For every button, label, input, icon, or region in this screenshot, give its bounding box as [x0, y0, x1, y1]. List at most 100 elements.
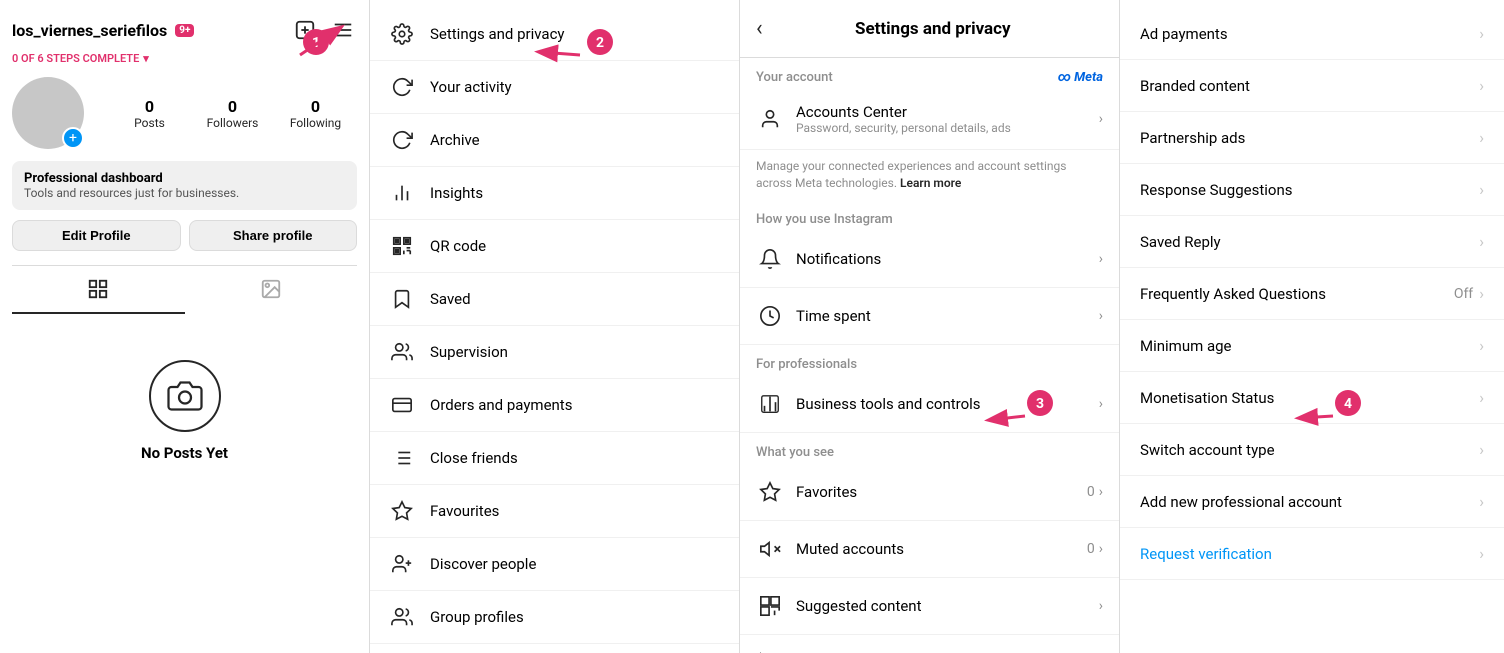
- menu-item-saved[interactable]: Saved: [370, 273, 739, 326]
- menu-item-qr[interactable]: QR code: [370, 220, 739, 273]
- posts-label: Posts: [134, 116, 165, 130]
- settings-business-tools[interactable]: Business tools and controls ›: [740, 376, 1119, 433]
- accounts-center-label: Accounts Center: [796, 103, 1087, 121]
- username: los_viernes_seriefilos: [12, 21, 167, 40]
- group-icon: [390, 605, 414, 629]
- right-item-request-verification[interactable]: Request verification ›: [1120, 528, 1504, 580]
- qr-icon: [390, 234, 414, 258]
- steps-progress[interactable]: 0 OF 6 STEPS COMPLETE ▾: [12, 52, 357, 65]
- menu-label-saved: Saved: [430, 290, 471, 308]
- settings-muted[interactable]: Muted accounts 0›: [740, 521, 1119, 578]
- right-item-saved-reply[interactable]: Saved Reply ›: [1120, 216, 1504, 268]
- menu-item-archive[interactable]: Archive: [370, 114, 739, 167]
- min-age-chevron: ›: [1479, 336, 1484, 355]
- menu-item-close-friends[interactable]: Close friends: [370, 432, 739, 485]
- accounts-center-sub: Password, security, personal details, ad…: [796, 121, 1087, 135]
- settings-icon: [390, 22, 414, 46]
- right-item-partnership[interactable]: Partnership ads ›: [1120, 112, 1504, 164]
- learn-more-link[interactable]: Learn more: [900, 176, 961, 190]
- back-button[interactable]: ‹: [756, 16, 763, 41]
- following-count: 0: [311, 97, 320, 116]
- switch-account-chevron: ›: [1479, 440, 1484, 459]
- edit-profile-button[interactable]: Edit Profile: [12, 220, 181, 251]
- bell-icon: [756, 245, 784, 273]
- menu-label-favourites: Favourites: [430, 502, 499, 520]
- suggested-chevron: ›: [1099, 598, 1103, 614]
- menu-item-group[interactable]: Group profiles: [370, 591, 739, 644]
- right-item-add-professional[interactable]: Add new professional account ›: [1120, 476, 1504, 528]
- posts-stat: 0 Posts: [108, 97, 191, 130]
- add-professional-chevron: ›: [1479, 492, 1484, 511]
- settings-time-spent[interactable]: Time spent ›: [740, 288, 1119, 345]
- hamburger-menu-button[interactable]: [329, 16, 357, 44]
- section-how-you-use: How you use Instagram: [740, 200, 1119, 231]
- branded-chevron: ›: [1479, 76, 1484, 95]
- accounts-center-chevron: ›: [1099, 111, 1103, 127]
- avatar[interactable]: +: [12, 77, 84, 149]
- pro-title: Professional dashboard: [24, 171, 345, 186]
- saved-reply-chevron: ›: [1479, 232, 1484, 251]
- share-profile-button[interactable]: Share profile: [189, 220, 358, 251]
- camera-icon: [149, 360, 221, 432]
- clock-icon: [756, 302, 784, 330]
- menu-label-discover: Discover people: [430, 555, 536, 573]
- add-professional-label: Add new professional account: [1140, 493, 1479, 511]
- add-post-button[interactable]: [291, 16, 319, 44]
- menu-item-orders[interactable]: Orders and payments: [370, 379, 739, 432]
- professional-dashboard[interactable]: Professional dashboard Tools and resourc…: [12, 161, 357, 210]
- followers-count: 0: [228, 97, 237, 116]
- archive-icon: [390, 128, 414, 152]
- right-item-ad-payments[interactable]: Ad payments ›: [1120, 8, 1504, 60]
- add-avatar-button[interactable]: +: [62, 127, 84, 149]
- menu-label-archive: Archive: [430, 131, 480, 149]
- settings-suggested[interactable]: Suggested content ›: [740, 578, 1119, 635]
- settings-panel: ‹ Settings and privacy Your account ∞ Me…: [740, 0, 1120, 653]
- request-verification-chevron: ›: [1479, 544, 1484, 563]
- menu-item-supervision[interactable]: Supervision: [370, 326, 739, 379]
- menu-item-settings[interactable]: Settings and privacy: [370, 8, 739, 61]
- notification-badge: 9+: [175, 24, 194, 37]
- right-item-switch-account[interactable]: Switch account type ›: [1120, 424, 1504, 476]
- menu-item-activity[interactable]: Your activity: [370, 61, 739, 114]
- right-item-response[interactable]: Response Suggestions ›: [1120, 164, 1504, 216]
- time-spent-label: Time spent: [796, 307, 1087, 325]
- menu-item-insights[interactable]: Insights: [370, 167, 739, 220]
- orders-icon: [390, 393, 414, 417]
- favorites-label: Favorites: [796, 483, 1075, 501]
- right-item-faq[interactable]: Frequently Asked Questions Off ›: [1120, 268, 1504, 320]
- right-item-min-age[interactable]: Minimum age ›: [1120, 320, 1504, 372]
- faq-chevron: ›: [1479, 284, 1484, 303]
- person-icon: [756, 105, 784, 133]
- muted-label: Muted accounts: [796, 540, 1075, 558]
- menu-label-activity: Your activity: [430, 78, 512, 96]
- request-verification-label: Request verification: [1140, 545, 1479, 563]
- branded-label: Branded content: [1140, 77, 1479, 95]
- menu-label-group: Group profiles: [430, 608, 524, 626]
- settings-hide-likes[interactable]: Hide likes ›: [740, 635, 1119, 653]
- menu-item-discover[interactable]: Discover people: [370, 538, 739, 591]
- followers-label: Followers: [207, 116, 259, 130]
- menu-item-favourites[interactable]: Favourites: [370, 485, 739, 538]
- discover-icon: [390, 552, 414, 576]
- menu-label-orders: Orders and payments: [430, 396, 572, 414]
- favourites-icon: [390, 499, 414, 523]
- settings-accounts-center[interactable]: Accounts Center Password, security, pers…: [740, 89, 1119, 150]
- settings-notifications[interactable]: Notifications ›: [740, 231, 1119, 288]
- right-item-monetisation[interactable]: Monetisation Status ›: [1120, 372, 1504, 424]
- tab-grid[interactable]: [12, 266, 185, 314]
- posts-count: 0: [145, 97, 154, 116]
- time-spent-chevron: ›: [1099, 308, 1103, 324]
- saved-reply-label: Saved Reply: [1140, 233, 1479, 251]
- menu-label-settings: Settings and privacy: [430, 25, 565, 43]
- star-icon: [756, 478, 784, 506]
- right-item-branded[interactable]: Branded content ›: [1120, 60, 1504, 112]
- username-row: los_viernes_seriefilos 9+: [12, 21, 194, 40]
- tab-tagged[interactable]: [185, 266, 358, 314]
- settings-favorites[interactable]: Favorites 0›: [740, 464, 1119, 521]
- no-posts-area: No Posts Yet: [12, 330, 357, 462]
- activity-icon: [390, 75, 414, 99]
- notifications-chevron: ›: [1099, 251, 1103, 267]
- switch-account-label: Switch account type: [1140, 441, 1479, 459]
- settings-title: Settings and privacy: [763, 19, 1103, 39]
- ad-payments-chevron: ›: [1479, 24, 1484, 43]
